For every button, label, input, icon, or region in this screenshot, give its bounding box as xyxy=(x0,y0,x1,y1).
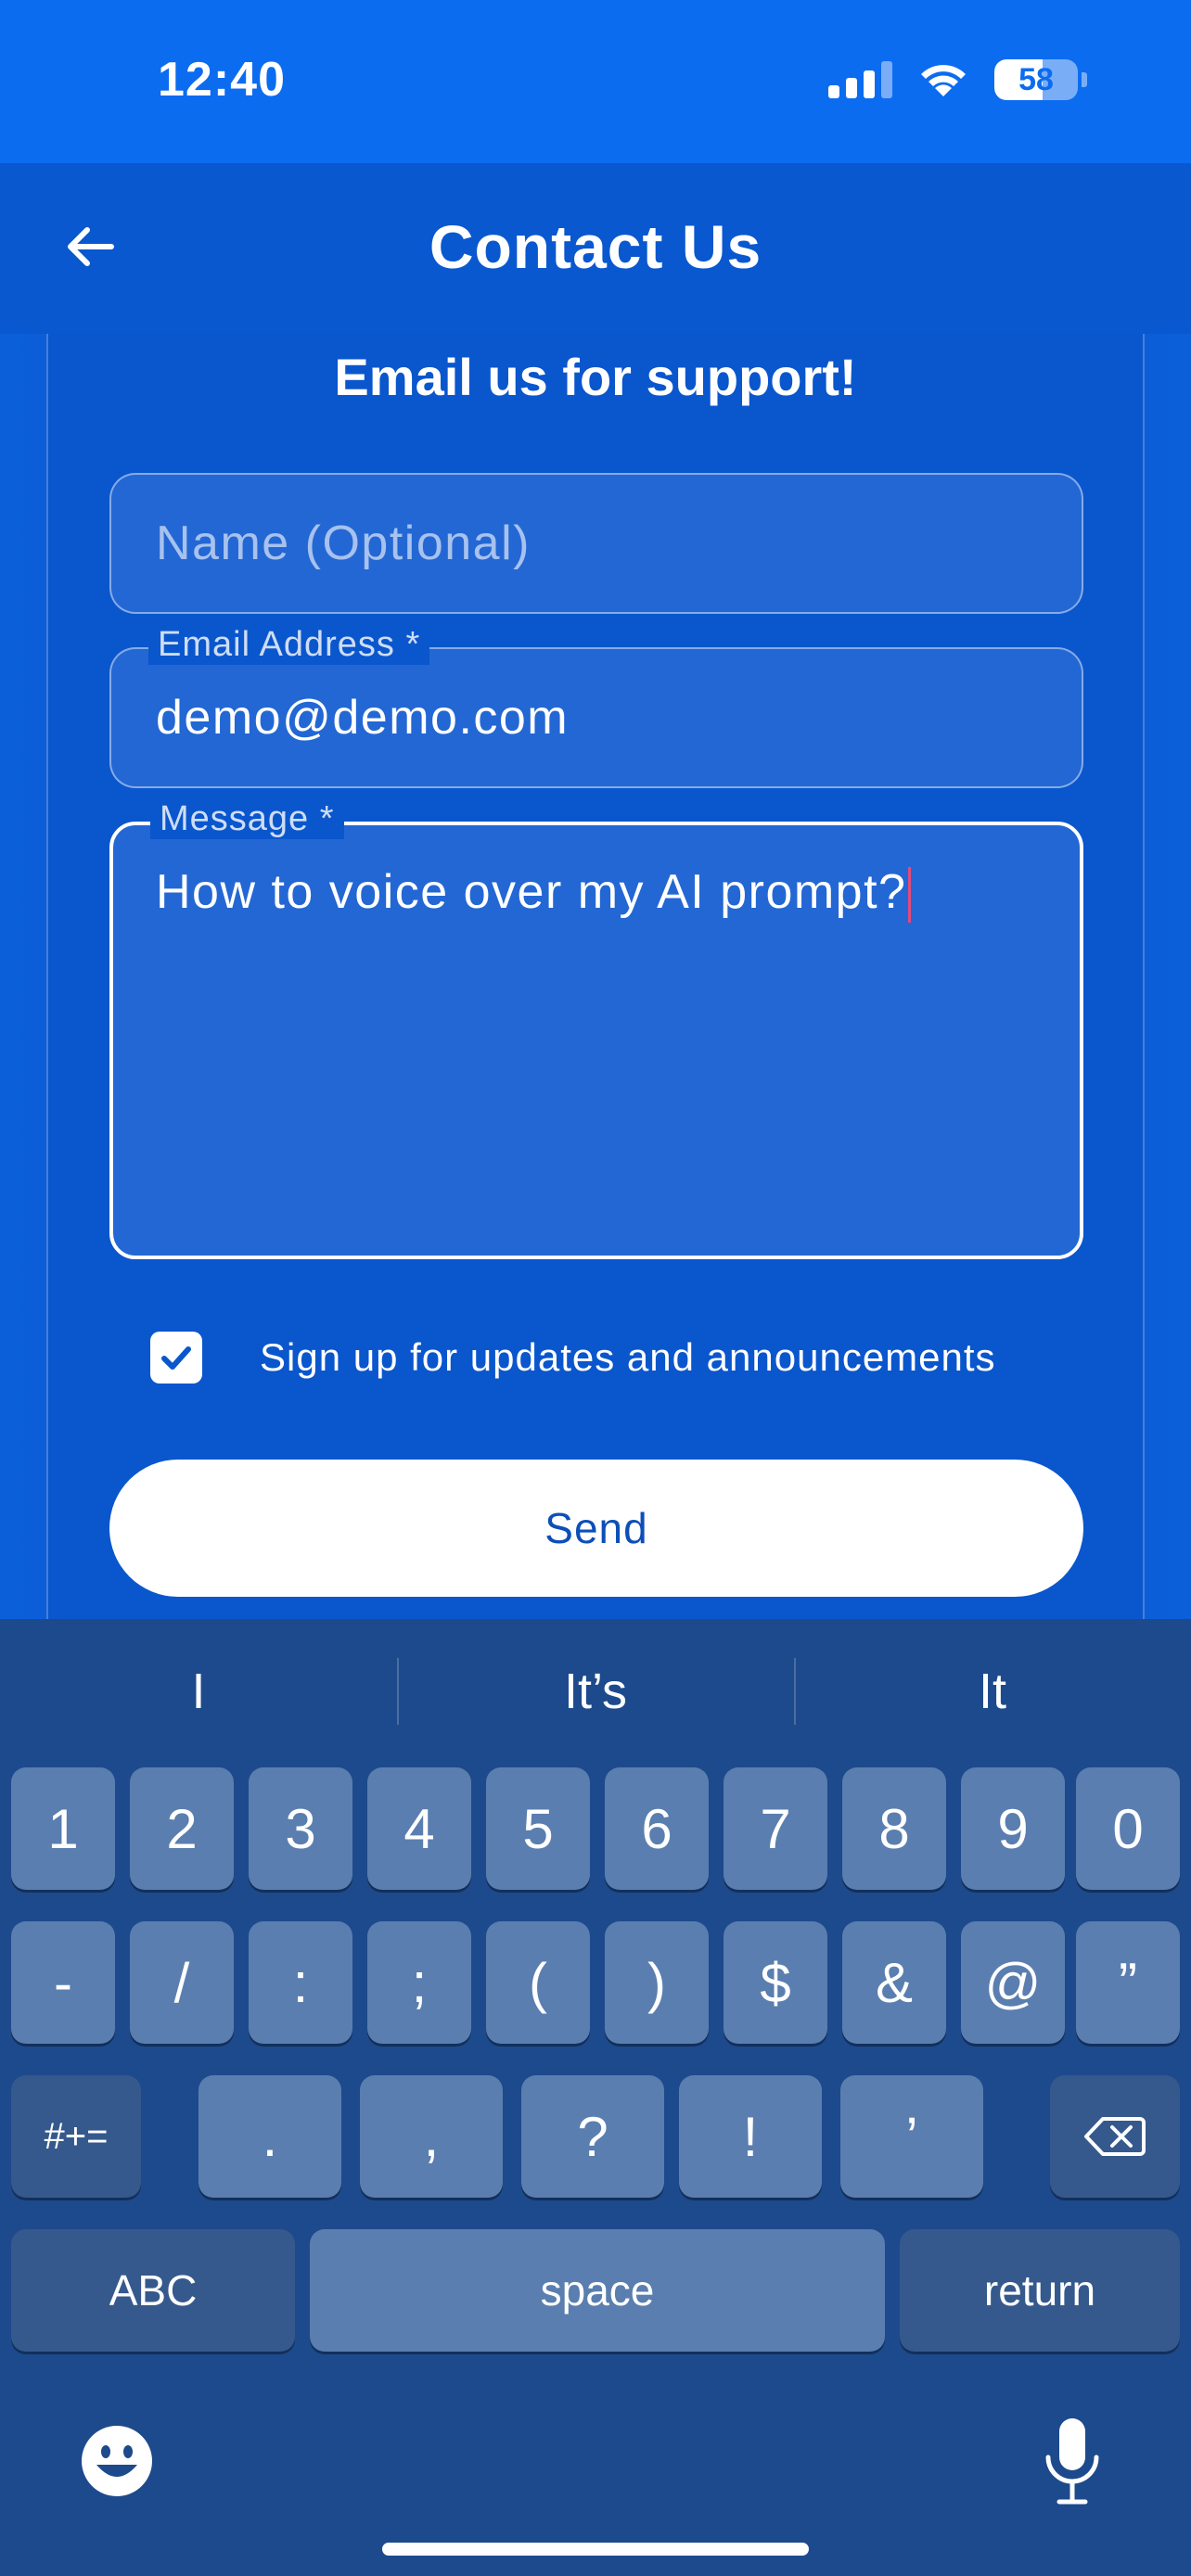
key-2[interactable]: 2 xyxy=(130,1767,234,1890)
message-textarea[interactable]: Message * How to voice over my AI prompt… xyxy=(109,799,1083,1259)
key-question[interactable]: ? xyxy=(521,2075,664,2198)
battery-icon: 58 xyxy=(994,59,1078,100)
checkmark-icon xyxy=(161,1346,191,1370)
key-hyphen[interactable]: - xyxy=(11,1921,115,2044)
key-1[interactable]: 1 xyxy=(11,1767,115,1890)
wifi-icon xyxy=(921,65,966,96)
emoji-icon[interactable] xyxy=(80,2424,154,2498)
message-label: Message * xyxy=(150,799,344,839)
key-space[interactable]: space xyxy=(310,2229,885,2352)
signal-icon xyxy=(828,61,892,98)
key-symbols-mode[interactable]: #+= xyxy=(11,2075,141,2198)
suggestion-2[interactable]: It’s xyxy=(397,1619,794,1764)
home-indicator xyxy=(382,2543,809,2556)
key-backspace[interactable] xyxy=(1050,2075,1180,2198)
key-9[interactable]: 9 xyxy=(961,1767,1065,1890)
key-7[interactable]: 7 xyxy=(724,1767,827,1890)
suggestion-1[interactable]: I xyxy=(0,1619,397,1764)
key-colon[interactable]: : xyxy=(249,1921,352,2044)
battery-tip xyxy=(1082,72,1087,87)
contact-card: Email us for support! Name (Optional) Em… xyxy=(46,334,1145,1619)
status-icons: 58 xyxy=(828,54,1087,106)
key-abc[interactable]: ABC xyxy=(11,2229,295,2352)
key-3[interactable]: 3 xyxy=(249,1767,352,1890)
microphone-icon[interactable] xyxy=(1041,2417,1104,2506)
key-6[interactable]: 6 xyxy=(605,1767,709,1890)
page-title: Contact Us xyxy=(429,212,762,281)
backspace-icon xyxy=(1084,2117,1146,2156)
key-return[interactable]: return xyxy=(900,2229,1180,2352)
signup-row[interactable]: Sign up for updates and announcements xyxy=(150,1330,996,1385)
suggestion-3[interactable]: It xyxy=(794,1619,1191,1764)
battery-percent: 58 xyxy=(1018,62,1054,97)
message-text-wrap: How to voice over my AI prompt? xyxy=(156,864,912,924)
status-bar: 12:40 58 xyxy=(0,0,1191,163)
suggestion-bar: I It’s It xyxy=(0,1619,1191,1764)
keyboard: I It’s It 1 2 3 4 5 6 7 8 9 0 - / : ; ( … xyxy=(0,1619,1191,2576)
key-at[interactable]: @ xyxy=(961,1921,1065,2044)
key-4[interactable]: 4 xyxy=(367,1767,471,1890)
key-0[interactable]: 0 xyxy=(1076,1767,1180,1890)
email-input[interactable]: Email Address * demo@demo.com xyxy=(109,625,1083,788)
content-area: Email us for support! Name (Optional) Em… xyxy=(0,334,1191,1619)
key-5[interactable]: 5 xyxy=(486,1767,590,1890)
key-dollar[interactable]: $ xyxy=(724,1921,827,2044)
status-time: 12:40 xyxy=(158,53,286,107)
key-8[interactable]: 8 xyxy=(842,1767,946,1890)
key-comma[interactable]: , xyxy=(360,2075,503,2198)
name-placeholder: Name (Optional) xyxy=(156,516,531,570)
signup-label: Sign up for updates and announcements xyxy=(260,1335,996,1379)
key-exclamation[interactable]: ! xyxy=(679,2075,822,2198)
send-button[interactable]: Send xyxy=(109,1460,1083,1597)
key-ampersand[interactable]: & xyxy=(842,1921,946,2044)
nav-bar: Contact Us xyxy=(0,163,1191,334)
key-semicolon[interactable]: ; xyxy=(367,1921,471,2044)
key-apostrophe[interactable]: ’ xyxy=(840,2075,983,2198)
key-close-paren[interactable]: ) xyxy=(605,1921,709,2044)
key-open-paren[interactable]: ( xyxy=(486,1921,590,2044)
key-slash[interactable]: / xyxy=(130,1921,234,2044)
text-caret xyxy=(908,867,912,924)
key-quote[interactable]: ” xyxy=(1076,1921,1180,2044)
email-label: Email Address * xyxy=(148,625,430,665)
key-period[interactable]: . xyxy=(198,2075,341,2198)
signup-checkbox[interactable] xyxy=(150,1332,202,1384)
email-value: demo@demo.com xyxy=(156,691,570,745)
message-value: How to voice over my AI prompt? xyxy=(156,865,907,919)
name-input[interactable]: Name (Optional) xyxy=(109,473,1083,614)
form-heading: Email us for support! xyxy=(334,348,857,406)
